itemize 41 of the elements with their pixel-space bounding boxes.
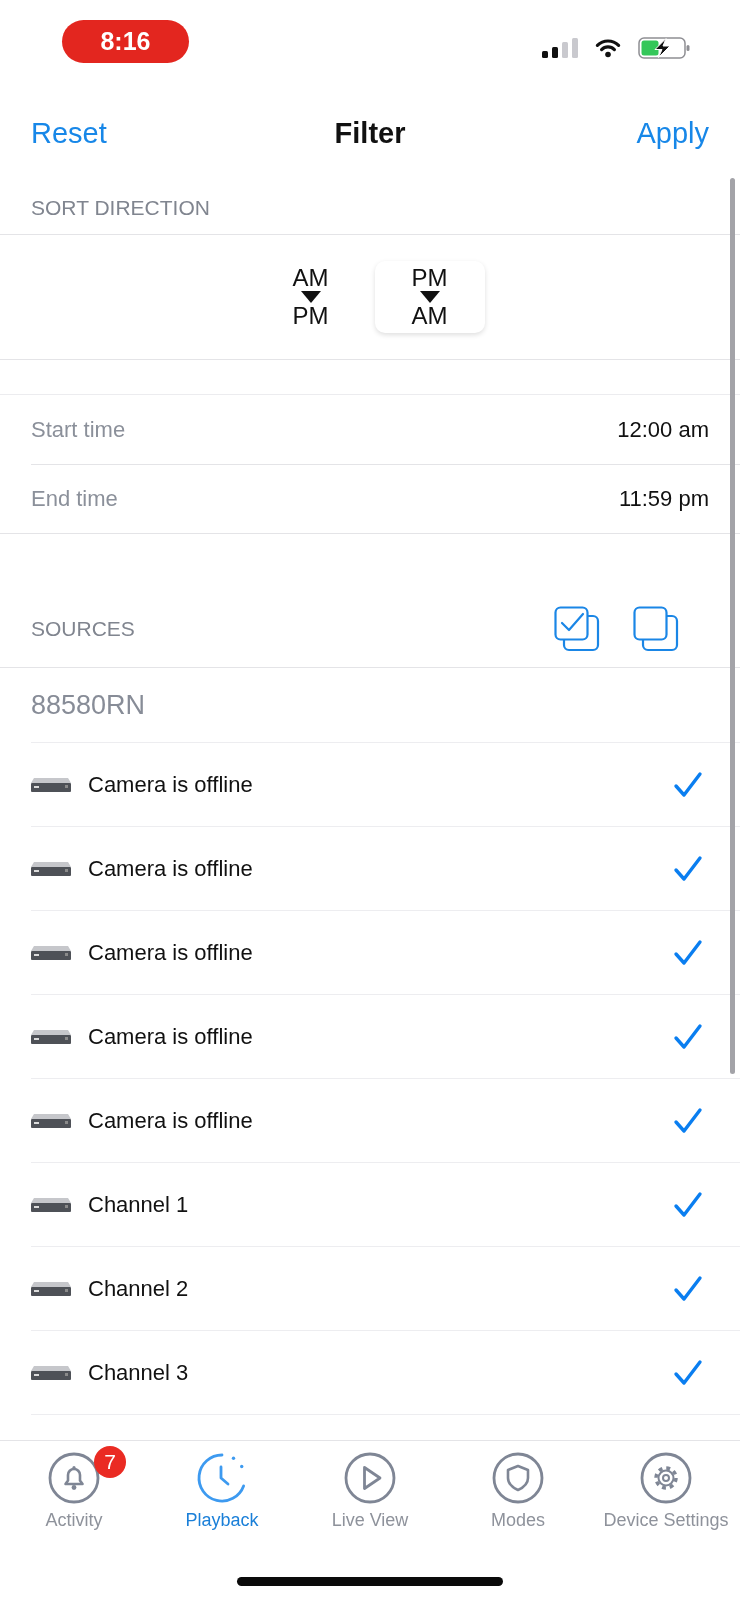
checked-squares-icon[interactable] (554, 605, 600, 652)
down-triangle-icon (419, 291, 440, 303)
play-icon (344, 1452, 396, 1504)
bell-icon (48, 1452, 100, 1504)
scrollbar-thumb[interactable] (730, 178, 735, 1074)
tab-item[interactable]: 7 Activity (0, 1441, 148, 1535)
signal-icon (542, 38, 578, 58)
status-time: 8:16 (62, 20, 189, 63)
gear-icon (640, 1452, 692, 1504)
wifi-icon (594, 38, 622, 58)
apply-button[interactable]: Apply (636, 115, 709, 150)
source-item[interactable]: Channel 3 (31, 1331, 740, 1415)
device-box-icon (31, 1029, 71, 1044)
time-label: Start time (31, 416, 126, 443)
time-value[interactable]: 11:59 pm (618, 486, 709, 512)
section-header: SOURCES (31, 616, 135, 641)
down-triangle-icon (300, 291, 321, 303)
device-box-icon (31, 1365, 71, 1380)
source-item[interactable]: Channel 2 (31, 1247, 740, 1331)
time-value[interactable]: 12:00 am (617, 416, 709, 443)
stacked-squares-icon[interactable] (633, 605, 679, 652)
source-item[interactable]: Camera is offline (31, 1079, 740, 1163)
device-box-icon (31, 1113, 71, 1128)
device-box-icon (31, 777, 71, 792)
sort-option-button[interactable]: PM AM (374, 261, 485, 333)
shield-icon (492, 1452, 544, 1504)
device-box-icon (31, 861, 71, 876)
clock-icon (196, 1452, 248, 1504)
time-label: End time (31, 486, 118, 512)
reset-button[interactable]: Reset (31, 115, 107, 150)
section-header: SORT DIRECTION (31, 196, 210, 220)
notification-badge: 7 (94, 1446, 126, 1478)
screen-title: Filter (334, 115, 406, 150)
sort-option-button[interactable]: AM PM (255, 261, 366, 333)
device-name: 88580RN (31, 689, 146, 721)
tab-item[interactable]: Playback (148, 1441, 296, 1535)
battery-icon (638, 37, 691, 59)
device-box-icon (31, 945, 71, 960)
source-item[interactable]: Channel 1 (31, 1163, 740, 1247)
device-box-icon (31, 1281, 71, 1296)
device-box-icon (31, 1197, 71, 1212)
